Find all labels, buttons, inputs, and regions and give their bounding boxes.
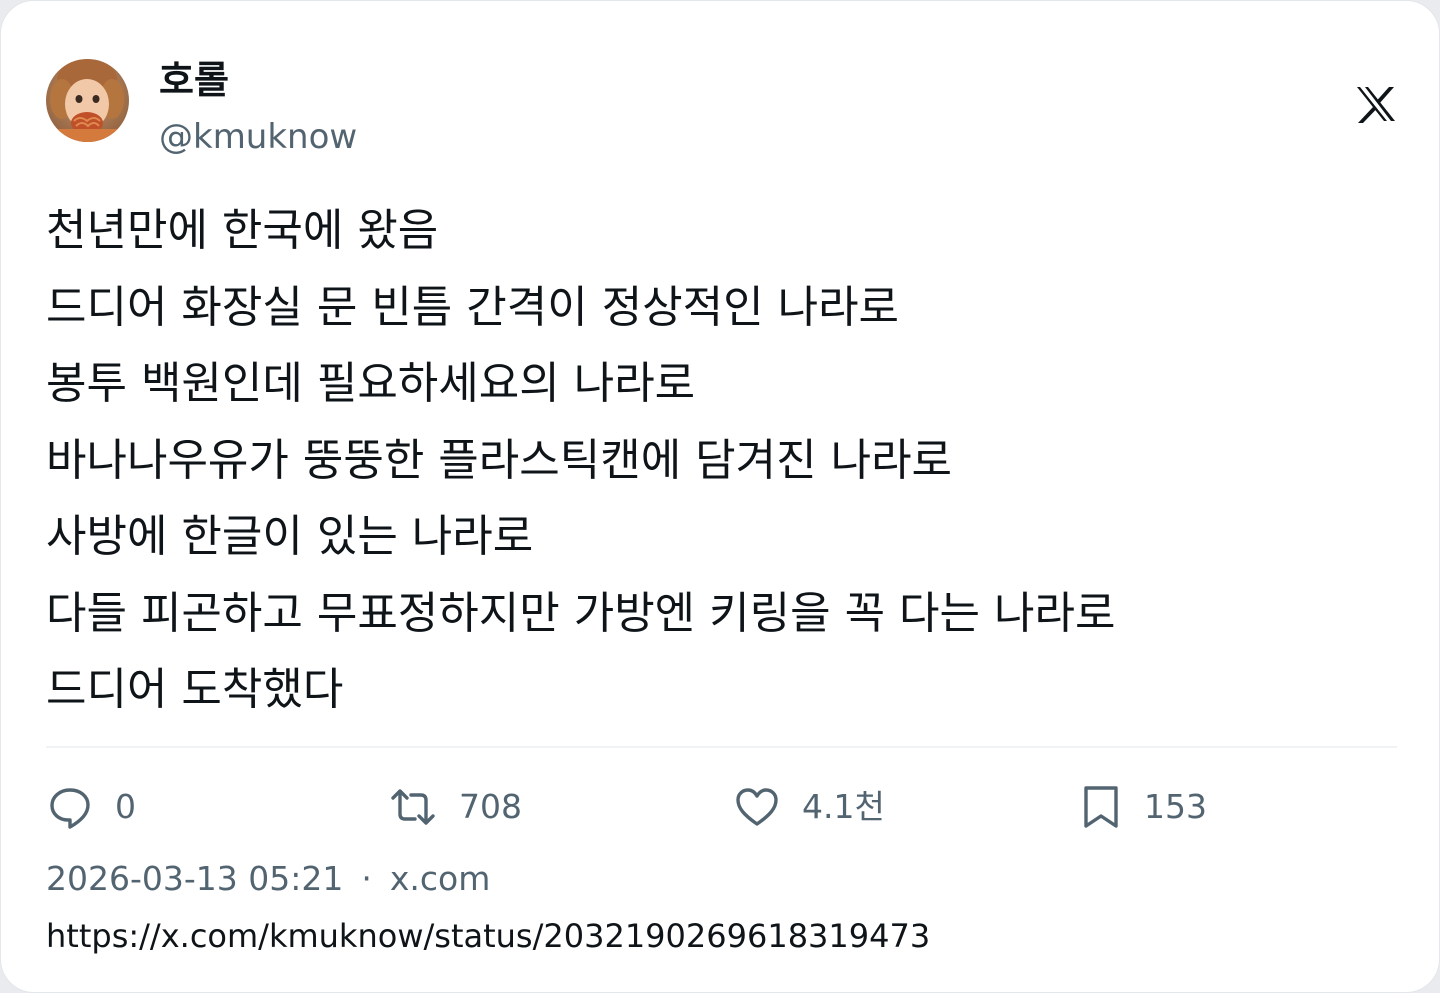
bookmark-count: 153 xyxy=(1144,787,1207,826)
meta-separator: · xyxy=(361,859,372,898)
bookmark-icon xyxy=(1084,786,1118,828)
tweet-meta: 2026-03-13 05:21 · x.com xyxy=(46,857,490,901)
like-button[interactable]: 4.1천 xyxy=(734,779,885,835)
tweet-line: 드디어 화장실 문 빈틈 간격이 정상적인 나라로 xyxy=(46,281,900,333)
tweet-line: 드디어 도착했다 xyxy=(46,664,344,715)
x-logo-icon[interactable] xyxy=(1353,81,1399,127)
tweet-line: 봉투 백원인데 필요하세요의 나라로 xyxy=(46,358,696,409)
user-handle[interactable]: @kmuknow xyxy=(159,116,357,158)
retweet-button[interactable]: 708 xyxy=(389,779,522,835)
tweet-line: 사방에 한글이 있는 나라로 xyxy=(46,511,534,562)
source-domain[interactable]: x.com xyxy=(390,857,491,901)
tweet-card: 호롤 @kmuknow 천년만에 한국에 왔음 드디어 화장실 문 빈틈 간격이… xyxy=(0,0,1440,993)
tweet-text: 천년만에 한국에 왔음 드디어 화장실 문 빈틈 간격이 정상적인 나라로 봉투… xyxy=(46,193,1396,729)
like-count: 4.1천 xyxy=(802,787,885,826)
avatar[interactable] xyxy=(46,59,129,142)
reply-button[interactable]: 0 xyxy=(47,779,136,835)
retweet-icon xyxy=(391,789,435,825)
display-name[interactable]: 호롤 xyxy=(159,57,229,103)
tweet-line: 바나나우유가 뚱뚱한 플라스틱캔에 담겨진 나라로 xyxy=(46,434,953,486)
tweet-line: 천년만에 한국에 왔음 xyxy=(46,205,439,256)
divider xyxy=(46,746,1397,748)
tweet-line: 다들 피곤하고 무표정하지만 가방엔 키링을 꼭 다는 나라로 xyxy=(46,587,1116,639)
avatar-image xyxy=(46,59,129,142)
heart-icon xyxy=(736,788,778,826)
timestamp[interactable]: 2026-03-13 05:21 xyxy=(46,857,343,901)
reply-count: 0 xyxy=(115,787,136,826)
x-logo-svg xyxy=(1357,87,1395,123)
reply-icon xyxy=(50,788,90,829)
retweet-count: 708 xyxy=(459,787,522,826)
bookmark-button[interactable]: 153 xyxy=(1080,779,1207,835)
tweet-url[interactable]: https://x.com/kmuknow/status/20321902696… xyxy=(46,914,930,958)
